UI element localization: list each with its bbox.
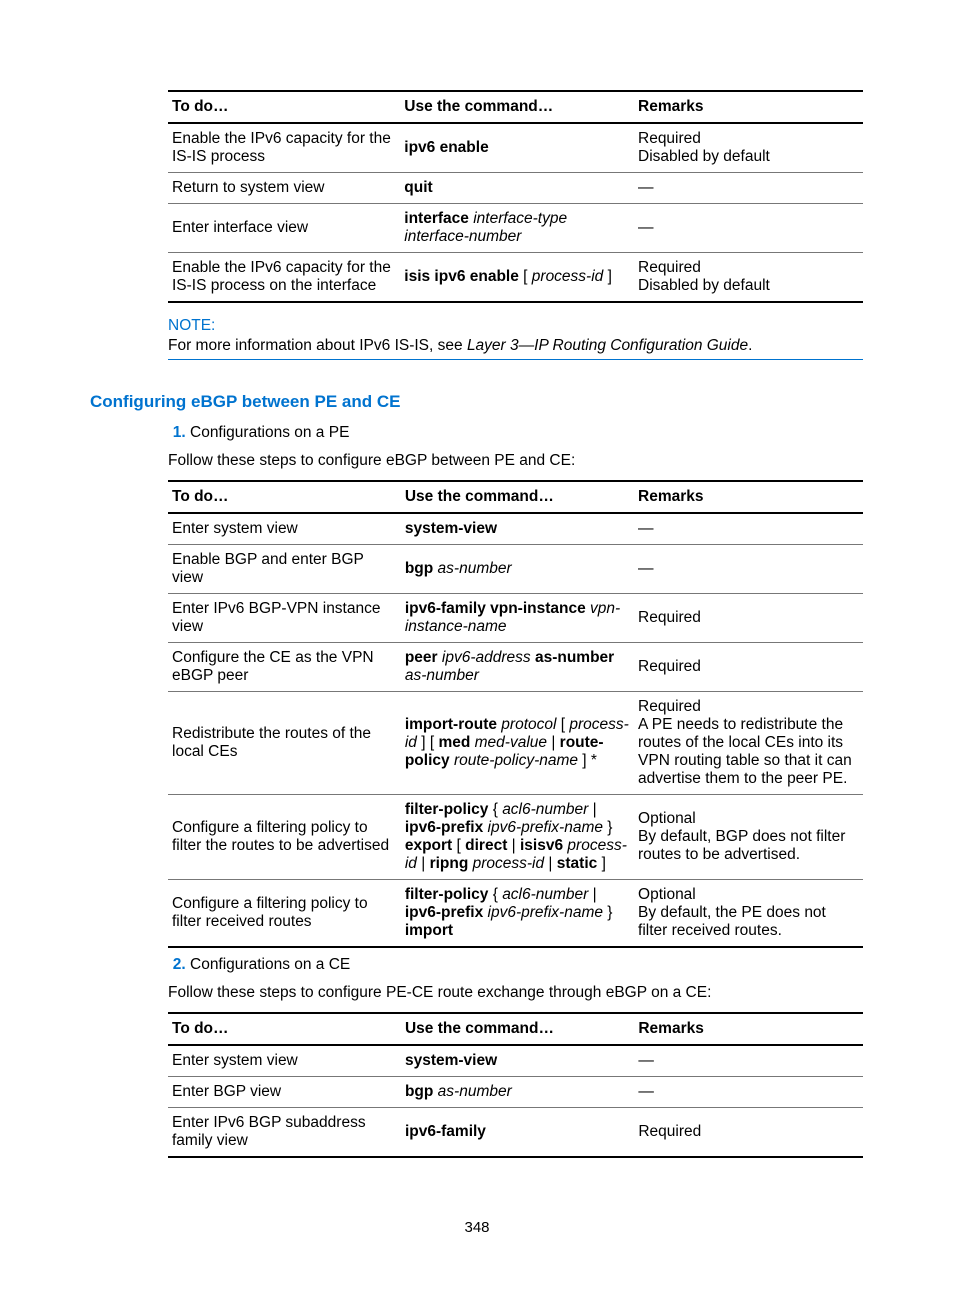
instruction-text: Follow these steps to configure eBGP bet… bbox=[168, 452, 864, 470]
table-row: Configure a filtering policy to filter t… bbox=[168, 795, 863, 880]
cell-todo: Return to system view bbox=[168, 173, 404, 204]
cell-todo: Enter system view bbox=[168, 1045, 405, 1077]
cell-remarks: — bbox=[638, 173, 863, 204]
cell-cmd: peer ipv6-address as-number as-number bbox=[405, 643, 638, 692]
note-heading: NOTE: bbox=[168, 317, 864, 335]
cell-remarks: — bbox=[638, 513, 863, 545]
cell-todo: Enable the IPv6 capacity for the IS-IS p… bbox=[168, 253, 404, 303]
table-row: Configure a filtering policy to filter r… bbox=[168, 880, 863, 948]
cell-cmd: interface interface-type interface-numbe… bbox=[404, 204, 638, 253]
cell-remarks: Optional By default, the PE does not fil… bbox=[638, 880, 863, 948]
cell-cmd: system-view bbox=[405, 1045, 638, 1077]
cell-remarks: Required Disabled by default bbox=[638, 253, 863, 303]
col-header: To do… bbox=[168, 1013, 405, 1045]
cell-todo: Configure a filtering policy to filter t… bbox=[168, 795, 405, 880]
table-row: Enter BGP view bgp as-number — bbox=[168, 1077, 863, 1108]
col-header: Remarks bbox=[638, 481, 863, 513]
note-text: For more information about IPv6 IS-IS, s… bbox=[168, 337, 863, 360]
cell-remarks: Optional By default, BGP does not filter… bbox=[638, 795, 863, 880]
cell-cmd: isis ipv6 enable [ process-id ] bbox=[404, 253, 638, 303]
table-row: Enable BGP and enter BGP view bgp as-num… bbox=[168, 545, 863, 594]
cell-remarks: — bbox=[638, 545, 863, 594]
cell-remarks: — bbox=[638, 1045, 863, 1077]
ordered-list: Configurations on a PE bbox=[168, 424, 864, 442]
table-header-row: To do… Use the command… Remarks bbox=[168, 1013, 863, 1045]
cell-cmd: bgp as-number bbox=[405, 1077, 638, 1108]
col-header: Use the command… bbox=[404, 91, 638, 123]
table-row: Enter system view system-view — bbox=[168, 513, 863, 545]
cell-todo: Enable the IPv6 capacity for the IS-IS p… bbox=[168, 123, 404, 173]
cell-remarks: Required bbox=[638, 594, 863, 643]
col-header: Use the command… bbox=[405, 481, 638, 513]
cell-cmd: ipv6-family vpn-instance vpn-instance-na… bbox=[405, 594, 638, 643]
cell-todo: Enter system view bbox=[168, 513, 405, 545]
cell-todo: Enter IPv6 BGP subaddress family view bbox=[168, 1108, 405, 1158]
cell-cmd: filter-policy { acl6-number | ipv6-prefi… bbox=[405, 880, 638, 948]
col-header: Remarks bbox=[638, 1013, 863, 1045]
cell-todo: Enter BGP view bbox=[168, 1077, 405, 1108]
cell-cmd: system-view bbox=[405, 513, 638, 545]
table-row: Enter IPv6 BGP-VPN instance view ipv6-fa… bbox=[168, 594, 863, 643]
col-header: Use the command… bbox=[405, 1013, 638, 1045]
cell-todo: Enable BGP and enter BGP view bbox=[168, 545, 405, 594]
list-item: Configurations on a CE bbox=[190, 956, 864, 974]
section-heading: Configuring eBGP between PE and CE bbox=[90, 392, 864, 412]
ordered-list: Configurations on a CE bbox=[168, 956, 864, 974]
cell-cmd: ipv6-family bbox=[405, 1108, 638, 1158]
cell-cmd: bgp as-number bbox=[405, 545, 638, 594]
table-row: Enter system view system-view — bbox=[168, 1045, 863, 1077]
table-ce-config: To do… Use the command… Remarks Enter sy… bbox=[168, 1012, 863, 1158]
table-row: Enter IPv6 BGP subaddress family view ip… bbox=[168, 1108, 863, 1158]
table-header-row: To do… Use the command… Remarks bbox=[168, 91, 863, 123]
table-row: Redistribute the routes of the local CEs… bbox=[168, 692, 863, 795]
page-number: 348 bbox=[0, 1219, 954, 1236]
cell-todo: Redistribute the routes of the local CEs bbox=[168, 692, 405, 795]
cell-remarks: Required bbox=[638, 643, 863, 692]
table-header-row: To do… Use the command… Remarks bbox=[168, 481, 863, 513]
cell-todo: Configure a filtering policy to filter r… bbox=[168, 880, 405, 948]
cell-todo: Enter interface view bbox=[168, 204, 404, 253]
table-pe-config: To do… Use the command… Remarks Enter sy… bbox=[168, 480, 863, 948]
table-row: Enter interface view interface interface… bbox=[168, 204, 863, 253]
col-header: To do… bbox=[168, 91, 404, 123]
instruction-text: Follow these steps to configure PE-CE ro… bbox=[168, 984, 864, 1002]
table-row: Configure the CE as the VPN eBGP peer pe… bbox=[168, 643, 863, 692]
table-isis-ipv6: To do… Use the command… Remarks Enable t… bbox=[168, 90, 863, 303]
table-row: Enable the IPv6 capacity for the IS-IS p… bbox=[168, 253, 863, 303]
cell-todo: Configure the CE as the VPN eBGP peer bbox=[168, 643, 405, 692]
cell-todo: Enter IPv6 BGP-VPN instance view bbox=[168, 594, 405, 643]
cell-cmd: quit bbox=[404, 173, 638, 204]
list-item: Configurations on a PE bbox=[190, 424, 864, 442]
col-header: To do… bbox=[168, 481, 405, 513]
table-row: Enable the IPv6 capacity for the IS-IS p… bbox=[168, 123, 863, 173]
cell-remarks: Required A PE needs to redistribute the … bbox=[638, 692, 863, 795]
cell-cmd: ipv6 enable bbox=[404, 123, 638, 173]
cell-remarks: — bbox=[638, 1077, 863, 1108]
cell-remarks: Required bbox=[638, 1108, 863, 1158]
table-row: Return to system view quit — bbox=[168, 173, 863, 204]
cell-remarks: — bbox=[638, 204, 863, 253]
col-header: Remarks bbox=[638, 91, 863, 123]
cell-cmd: import-route protocol [ process-id ] [ m… bbox=[405, 692, 638, 795]
cell-cmd: filter-policy { acl6-number | ipv6-prefi… bbox=[405, 795, 638, 880]
cell-remarks: Required Disabled by default bbox=[638, 123, 863, 173]
